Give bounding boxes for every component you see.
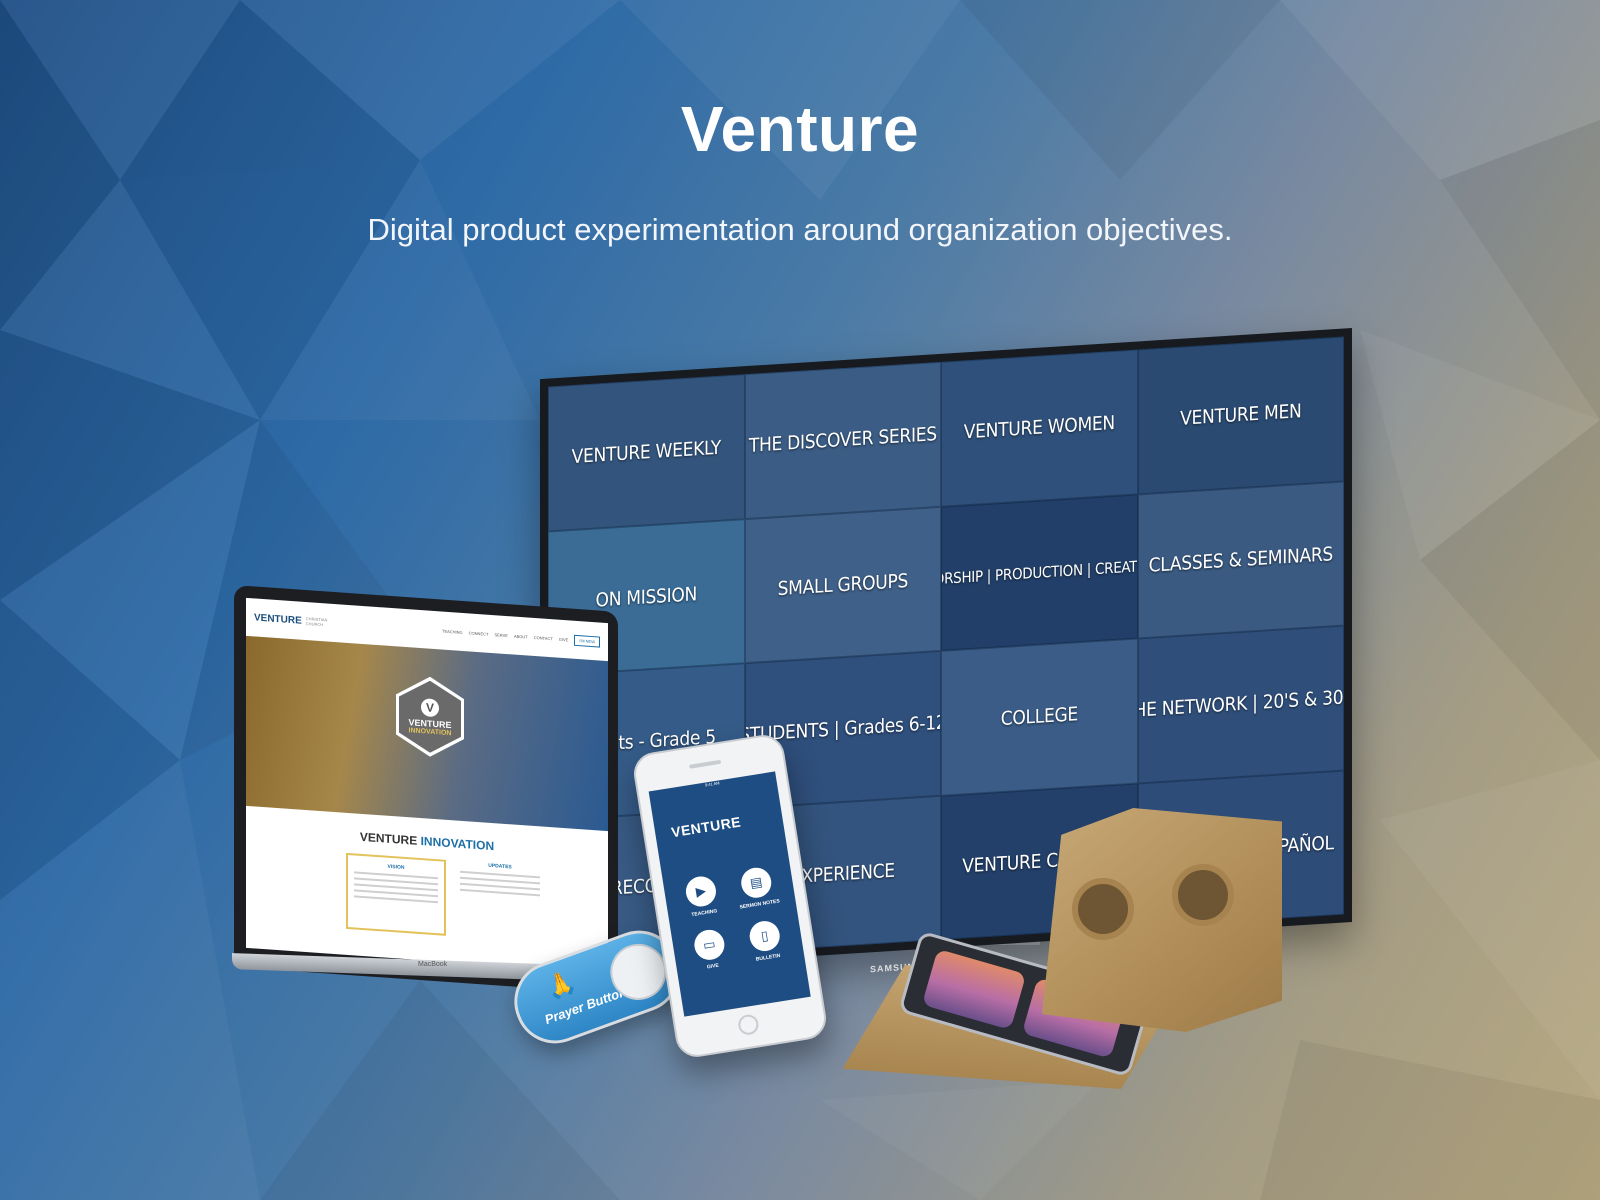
text-line [354, 895, 438, 904]
laptop-device: VENTURE CHRISTIAN CHURCH TEACHING CONNEC… [234, 585, 618, 994]
tv-tile[interactable]: WORSHIP | PRODUCTION | CREATIVE [941, 493, 1138, 651]
bulletin-icon: ▯ [747, 918, 782, 954]
tv-tile[interactable]: VENTURE MEN [1137, 336, 1344, 494]
im-new-button[interactable]: I'M NEW [574, 634, 600, 648]
bulletin-button[interactable]: ▯ BULLETIN [737, 917, 795, 965]
hero-title: Venture [680, 93, 920, 165]
laptop-screen: VENTURE CHRISTIAN CHURCH TEACHING CONNEC… [246, 597, 608, 974]
site-nav-link[interactable]: ABOUT [514, 633, 528, 639]
site-hero-banner: V VENTURE INNOVATION [246, 635, 608, 832]
teaching-button[interactable]: ▶ TEACHING [673, 873, 731, 921]
site-nav-link[interactable]: SERVE [494, 632, 508, 638]
phone-status-bar: 9:41 AM [704, 780, 720, 788]
sermon-notes-button[interactable]: ▤ SERMON NOTES [728, 864, 786, 912]
v-logo-icon: V [421, 698, 439, 717]
phone-app-logo: VENTURE [670, 813, 743, 841]
cardboard-vr-viewer [1042, 808, 1282, 1032]
tv-tile[interactable]: THE NETWORK | 20'S & 30'S [1137, 625, 1344, 783]
site-nav-link[interactable]: CONNECT [469, 630, 489, 636]
text-line [460, 888, 540, 897]
vr-left-lens-icon [1072, 878, 1134, 940]
tv-tile[interactable]: VENTURE WEEKLY [548, 374, 745, 532]
tv-tile[interactable]: VENTURE WOMEN [941, 349, 1138, 507]
site-nav-link[interactable]: CONTACT [534, 634, 553, 640]
vision-box: VISION [346, 852, 446, 936]
hero-subtitle: Digital product experimentation around o… [367, 212, 1233, 247]
notes-icon: ▤ [739, 865, 774, 900]
card-icon: ▭ [692, 927, 727, 962]
tv-tile[interactable]: COLLEGE [941, 638, 1138, 796]
site-nav-link[interactable]: GIVE [559, 636, 569, 642]
tv-tile[interactable]: THE DISCOVER SERIES [744, 361, 942, 519]
site-nav-links: TEACHING CONNECT SERVE ABOUT CONTACT GIV… [442, 625, 600, 648]
play-icon: ▶ [683, 874, 719, 909]
site-logo-subtitle: CHRISTIAN CHURCH [305, 616, 328, 628]
laptop-brand-label: MacBook [418, 961, 448, 968]
site-logo[interactable]: VENTURE [254, 612, 302, 626]
site-nav-link[interactable]: TEACHING [442, 628, 463, 634]
praying-hands-icon: 🙏 [542, 967, 580, 1004]
updates-column: UPDATES [460, 861, 540, 943]
vr-left-view [921, 948, 1027, 1030]
tv-tile[interactable]: SMALL GROUPS [744, 506, 942, 664]
phone-speaker [688, 759, 722, 769]
phone-screen: 9:41 AM VENTURE ▶ TEACHING ▤ SERMON NOTE… [648, 771, 811, 1017]
phone-icon-grid: ▶ TEACHING ▤ SERMON NOTES ▭ GIVE ▯ BULLE… [663, 862, 804, 975]
tv-tile[interactable]: CLASSES & SEMINARS [1137, 481, 1344, 639]
phone-home-button[interactable] [736, 1013, 760, 1037]
give-button[interactable]: ▭ GIVE [681, 926, 739, 974]
vr-right-lens-icon [1172, 864, 1234, 926]
